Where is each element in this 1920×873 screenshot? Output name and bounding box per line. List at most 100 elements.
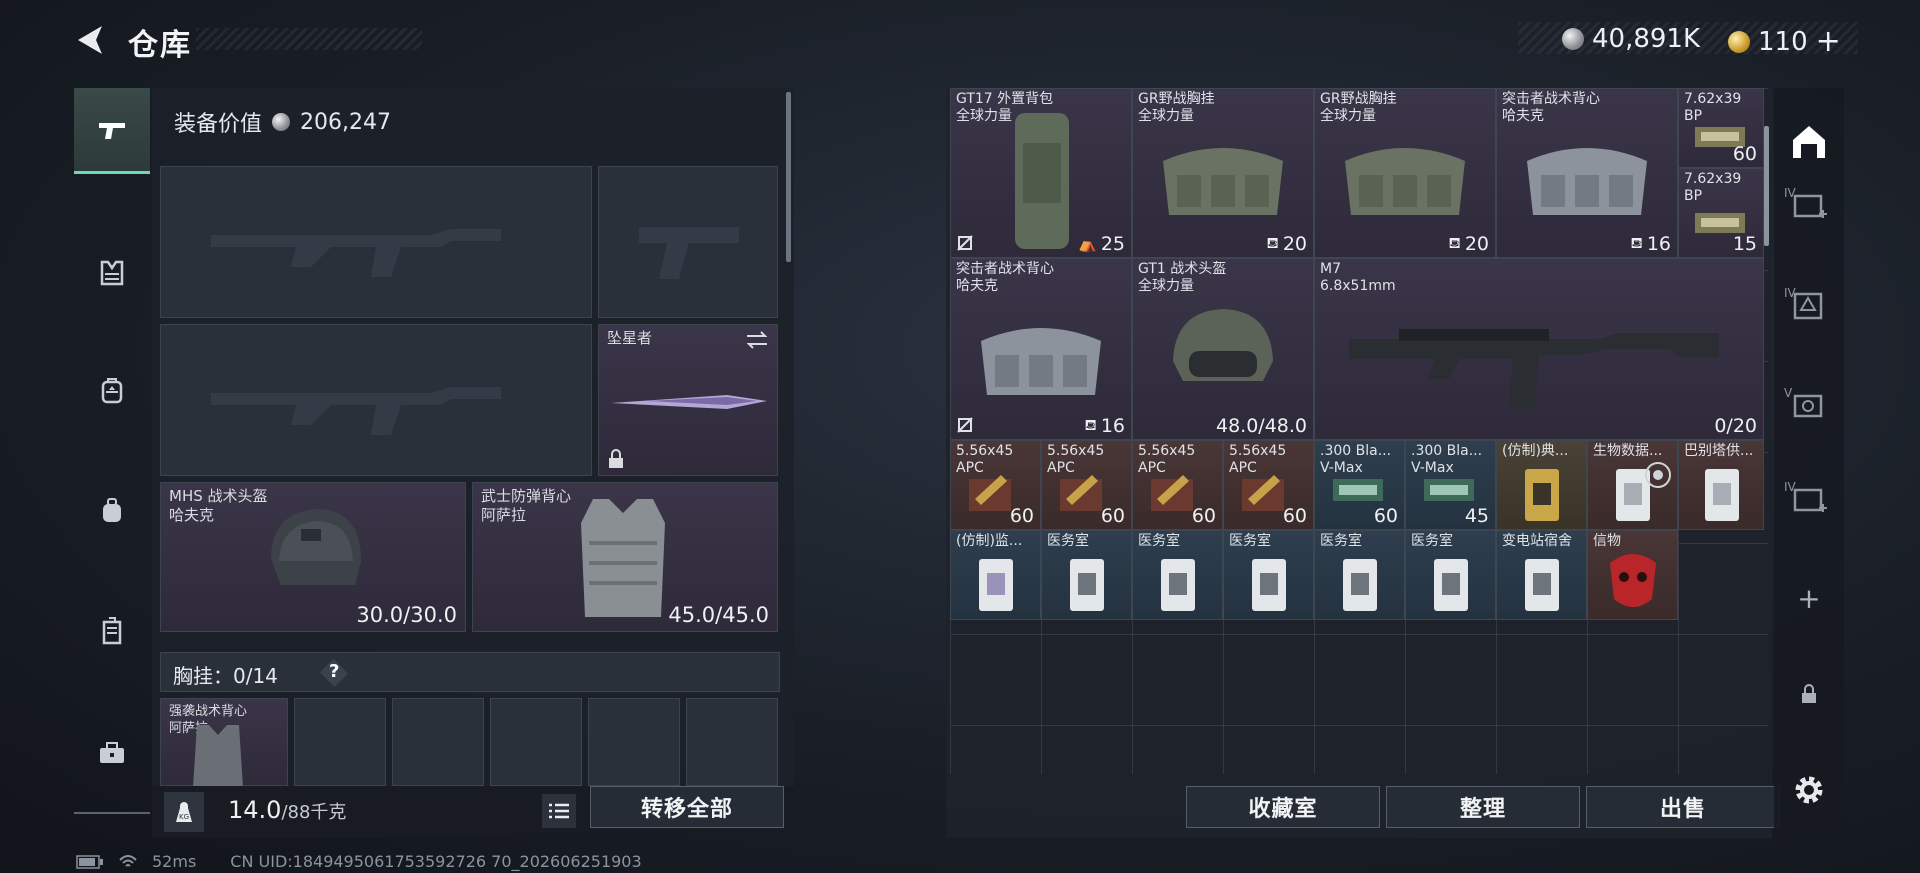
inventory-item-key[interactable]: 变电站宿舍 — [1496, 530, 1587, 620]
inventory-item-rifle[interactable]: M7 6.8x51mm 0/20 — [1314, 258, 1764, 440]
organize-button[interactable]: 整理 — [1386, 786, 1580, 828]
inventory-item-chest-rig[interactable]: GR野战胸挂 全球力量 ⛾ 20 — [1314, 88, 1496, 258]
item-name: 突击者战术背心 — [1502, 91, 1600, 107]
inventory-item-key[interactable]: (仿制)典... — [1496, 440, 1587, 530]
storage-tab-main[interactable] — [1776, 112, 1842, 172]
inventory-item-ammo[interactable]: 7.62x39 BP 60 — [1678, 88, 1764, 168]
sidearm-slot[interactable] — [598, 166, 778, 318]
item-name: 7.62x39 — [1684, 91, 1742, 107]
helmet-icon — [271, 509, 361, 585]
gear-icon — [1795, 776, 1823, 804]
side-nav — [74, 88, 150, 816]
inventory-item-chest-rig[interactable]: GR野战胸挂 全球力量 ⛾ 20 — [1132, 88, 1314, 258]
item-name: 5.56x45 — [1229, 443, 1287, 459]
item-name: GR野战胸挂 — [1138, 91, 1215, 107]
inventory-scrollbar[interactable] — [1764, 126, 1769, 246]
storage-tab-extension-3[interactable]: V — [1776, 376, 1842, 436]
chest-slot[interactable] — [588, 698, 680, 786]
inventory-item-tactical-vest[interactable]: 突击者战术背心 哈夫克 ⛾ 16 — [1496, 88, 1678, 258]
inventory-item-key[interactable]: (仿制)监... — [950, 530, 1041, 620]
tactical-vest-icon — [981, 328, 1101, 395]
currency-gold[interactable]: 110 + — [1728, 24, 1841, 59]
inventory-item-key[interactable]: 医务室 — [1405, 530, 1496, 620]
inventory-item-key[interactable]: 医务室 — [1132, 530, 1223, 620]
list-view-button[interactable] — [542, 794, 576, 828]
inventory-item-ammo[interactable]: .300 Bla... V-Max 60 — [1314, 440, 1405, 530]
chest-slot[interactable] — [490, 698, 582, 786]
inventory-item-key[interactable]: 医务室 — [1041, 530, 1132, 620]
kettlebell-icon: KG — [176, 802, 192, 822]
keycard-icon — [1161, 559, 1195, 611]
settings-button[interactable] — [1776, 760, 1842, 820]
equipment-scrollbar[interactable] — [786, 92, 791, 262]
primary-weapon-slot-2[interactable] — [160, 324, 592, 476]
item-name: (仿制)典... — [1502, 443, 1569, 459]
chest-rig-capacity: 胸挂：0/14 — [173, 664, 278, 688]
item-name: GT1 战术头盔 — [1138, 261, 1227, 277]
ammo-box-icon — [1424, 479, 1474, 501]
armor-label: 武士防弹背心 阿萨拉 — [481, 487, 571, 525]
help-icon[interactable]: ? — [329, 661, 339, 682]
chest-rig-item[interactable]: 强袭战术背心 阿萨拉 — [160, 698, 288, 787]
inventory-item-ammo[interactable]: 5.56x45 APC 60 — [1223, 440, 1314, 530]
item-brand: 全球力量 — [1138, 108, 1194, 124]
nav-weapons[interactable] — [74, 88, 150, 174]
backpack-icon — [101, 378, 123, 404]
inventory-item-tactical-vest[interactable]: 突击者战术背心 哈夫克 ⛾ 16 — [950, 258, 1132, 440]
item-count: 15 — [1732, 233, 1757, 255]
sell-button[interactable]: 出售 — [1586, 786, 1780, 828]
nav-chest-rig[interactable] — [74, 230, 150, 316]
helmet-slot[interactable]: MHS 战术头盔 哈夫克 30.0/30.0 — [160, 482, 466, 632]
red-mask-icon — [1610, 554, 1656, 607]
inventory-item-ammo[interactable]: 5.56x45 APC 60 — [950, 440, 1041, 530]
item-name: (仿制)监... — [956, 533, 1023, 549]
nav-pouch[interactable] — [74, 468, 150, 554]
swap-icon[interactable] — [745, 331, 769, 349]
inventory-item-helmet[interactable]: GT1 战术头盔 全球力量 48.0/48.0 — [1132, 258, 1314, 440]
item-name: 变电站宿舍 — [1502, 533, 1572, 549]
primary-weapon-slot-1[interactable] — [160, 166, 592, 318]
item-brand: 6.8x51mm — [1320, 278, 1396, 294]
capacity-value: 20 — [1282, 233, 1307, 255]
gold-coin-icon — [1728, 30, 1750, 53]
item-label: .300 Bla... V-Max — [1320, 443, 1391, 477]
nav-backpack[interactable] — [74, 348, 150, 434]
rifle-silhouette-icon — [211, 387, 501, 435]
storage-tab-extension-4[interactable]: IV — [1776, 470, 1842, 530]
item-durability: 48.0/48.0 — [1215, 415, 1307, 437]
storage-tab-extension-2[interactable]: IV — [1776, 276, 1842, 336]
back-arrow-icon[interactable] — [72, 22, 112, 58]
inventory-item-key[interactable]: 医务室 — [1223, 530, 1314, 620]
inventory-item-ammo[interactable]: 7.62x39 BP 15 — [1678, 168, 1764, 258]
pistol-icon — [99, 122, 125, 139]
item-label: .300 Bla... V-Max — [1411, 443, 1482, 477]
inventory-item-ammo[interactable]: .300 Bla... V-Max 45 — [1405, 440, 1496, 530]
nav-case[interactable] — [74, 588, 150, 674]
chest-slot[interactable] — [392, 698, 484, 786]
ping-value: 52ms — [152, 852, 197, 871]
item-name: 5.56x45 — [956, 443, 1014, 459]
melee-slot[interactable]: 坠星者 — [598, 324, 778, 476]
chest-slot[interactable] — [686, 698, 778, 786]
safe-case-icon — [102, 617, 122, 645]
inventory-item-key[interactable]: 巴别塔供... — [1678, 440, 1764, 530]
capacity-value: 25 — [1100, 233, 1125, 255]
inventory-item-backpack[interactable]: GT17 外置背包 全球力量 ⛺ 25 — [950, 88, 1132, 258]
storage-tab-extension-1[interactable]: IV — [1776, 176, 1842, 236]
inventory-item-ammo[interactable]: 5.56x45 APC 60 — [1132, 440, 1223, 530]
inventory-item-ammo[interactable]: 5.56x45 APC 60 — [1041, 440, 1132, 530]
collection-room-button[interactable]: 收藏室 — [1186, 786, 1380, 828]
pistol-silhouette-icon — [639, 227, 739, 279]
inventory-item-token[interactable]: 信物 — [1587, 530, 1678, 620]
chest-slot[interactable] — [294, 698, 386, 786]
add-currency-icon[interactable]: + — [1816, 24, 1841, 59]
armor-slot[interactable]: 武士防弹背心 阿萨拉 45.0/45.0 — [472, 482, 778, 632]
inventory-item-key[interactable]: 医务室 — [1314, 530, 1405, 620]
item-count: 45 — [1464, 505, 1489, 527]
armor-brand: 阿萨拉 — [481, 506, 527, 524]
silver-coin-icon — [1562, 28, 1584, 50]
transfer-all-button[interactable]: 转移全部 — [590, 786, 784, 828]
nav-toolbox[interactable] — [74, 710, 150, 796]
inventory-item-key[interactable]: 生物数据... — [1587, 440, 1678, 530]
add-storage-button[interactable]: + — [1776, 568, 1842, 628]
